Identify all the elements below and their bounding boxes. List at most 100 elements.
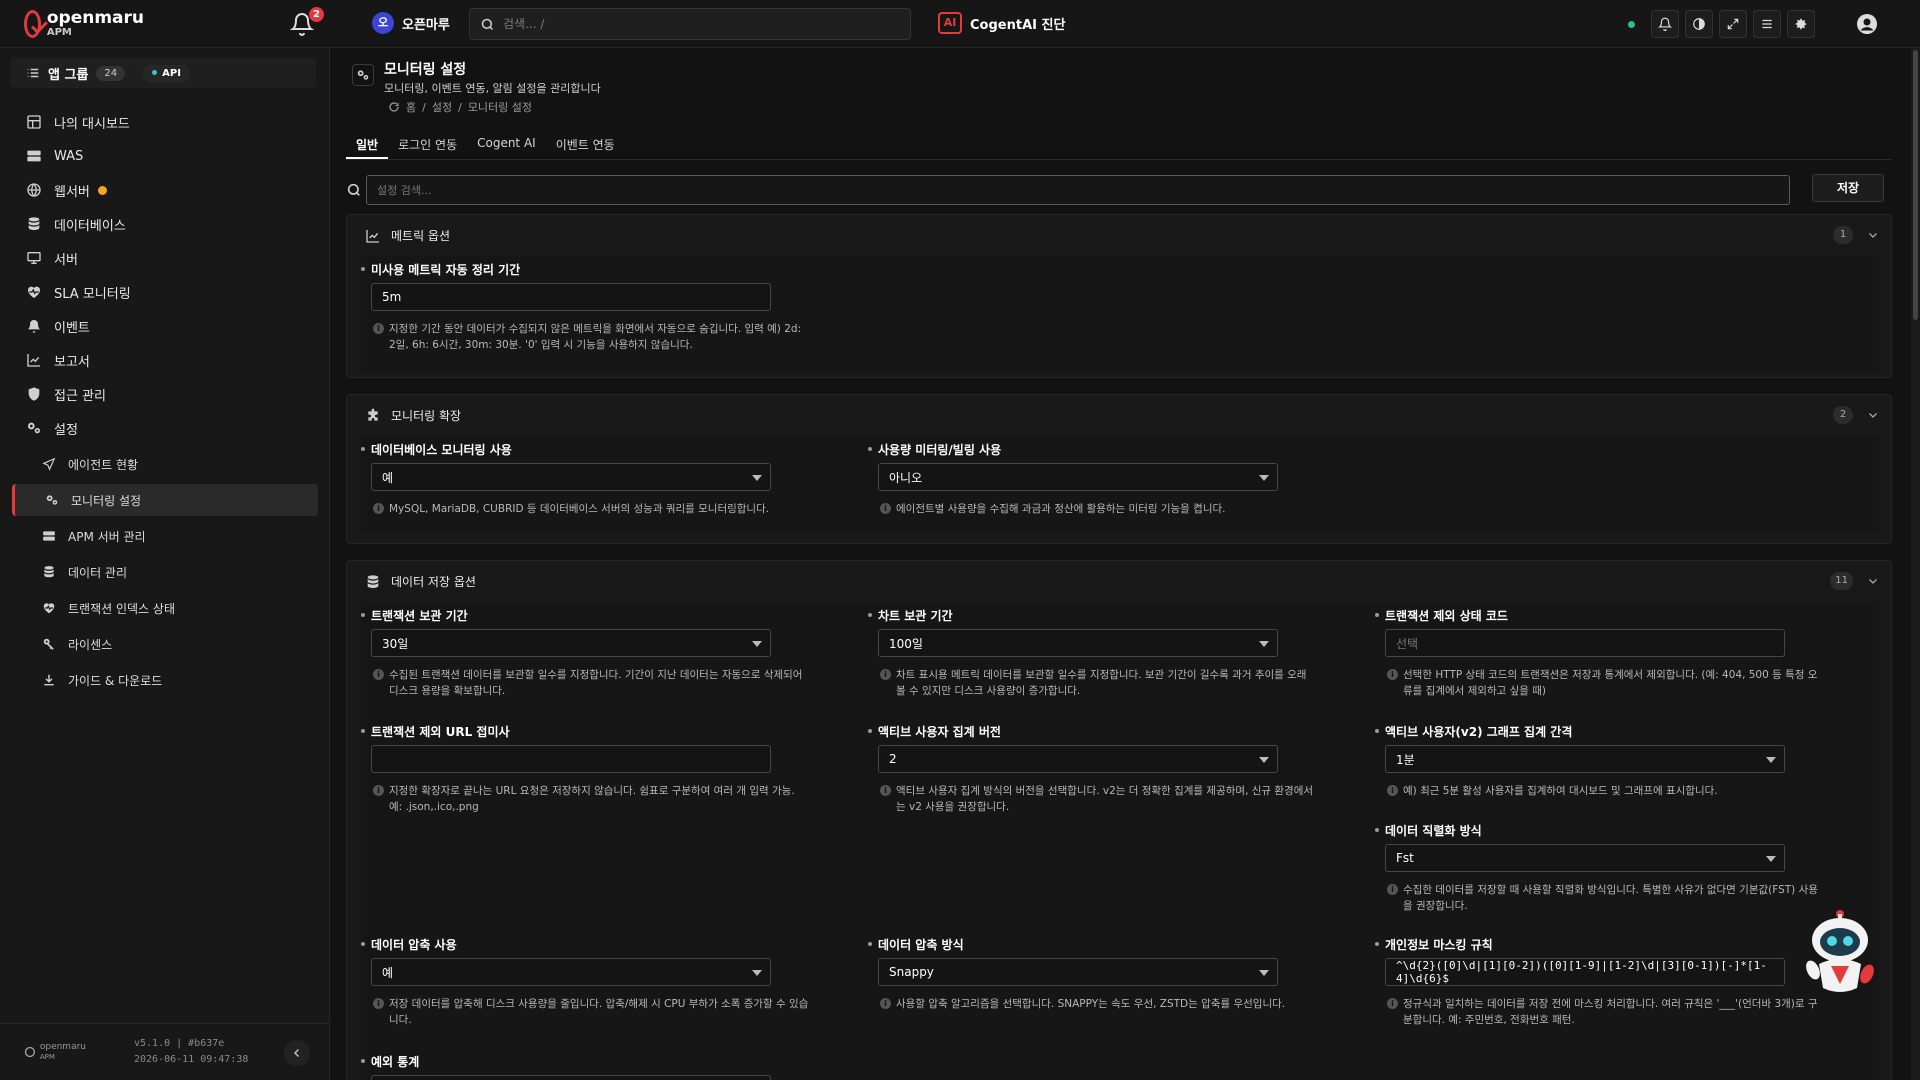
- settings-search-input[interactable]: [366, 175, 1790, 205]
- setting-field: 예외 통계: [371, 1053, 771, 1080]
- sidebar-item-access[interactable]: 접근 관리: [12, 378, 318, 410]
- database-icon: [42, 565, 56, 579]
- tab-login-integration[interactable]: 로그인 연동: [388, 130, 467, 159]
- field-label: 트랜잭션 제외 상태 코드: [1385, 607, 1785, 623]
- globe-icon: [26, 182, 42, 198]
- org-selector[interactable]: 오 오픈마루: [372, 12, 450, 34]
- help-text: 지정한 기간 동안 데이터가 수집되지 않은 메트릭을 화면에서 자동으로 숨깁…: [389, 323, 802, 351]
- sidebar-item-server[interactable]: 서버: [12, 242, 318, 274]
- build-date: 2026-06-11 09:47:38: [134, 1054, 249, 1065]
- scrollbar-thumb[interactable]: [1913, 50, 1918, 320]
- global-search[interactable]: [469, 8, 911, 40]
- info-icon: i: [373, 323, 384, 334]
- section-title: 데이터 저장 옵션: [391, 575, 476, 589]
- warning-status-dot: [97, 185, 107, 195]
- global-search-input[interactable]: [503, 17, 883, 31]
- select-dropdown[interactable]: 2: [878, 745, 1278, 773]
- ai-assistant-robot-button[interactable]: [1803, 904, 1877, 1000]
- select-dropdown[interactable]: 예: [371, 463, 771, 491]
- setting-field: 사용량 미터링/빌링 사용 아니오 i 에이전트별 사용량을 수집해 과금과 정산…: [878, 441, 1278, 517]
- text-input[interactable]: 5m: [371, 283, 771, 311]
- select-dropdown[interactable]: Snappy: [878, 958, 1278, 986]
- chevron-down-icon[interactable]: [1867, 575, 1879, 587]
- info-icon: i: [1387, 785, 1398, 796]
- breadcrumb-settings[interactable]: 설정: [432, 99, 452, 115]
- chevron-down-icon[interactable]: [1867, 409, 1879, 421]
- select-dropdown[interactable]: 100일: [878, 629, 1278, 657]
- select-dropdown[interactable]: 1분: [1385, 745, 1785, 773]
- sidebar-subitem-monitoring-settings[interactable]: 모니터링 설정: [12, 484, 318, 516]
- info-icon: i: [1387, 998, 1398, 1009]
- section-header[interactable]: 메트릭 옵션 1: [347, 215, 1891, 255]
- field-label: 데이터 직렬화 방식: [1385, 822, 1785, 838]
- sidebar-item-label: 접근 관리: [54, 388, 106, 404]
- sidebar-subitem-tx-index[interactable]: 트랜잭션 인덱스 상태: [12, 592, 318, 624]
- gear-icon: [1795, 18, 1807, 30]
- section-count-badge: 11: [1830, 572, 1853, 590]
- sidebar-item-events[interactable]: 이벤트: [12, 310, 318, 342]
- breadcrumb: 홈 / 설정 / 모니터링 설정: [388, 99, 532, 115]
- info-icon: i: [1387, 669, 1398, 680]
- sidebar-item-settings[interactable]: 설정: [12, 412, 318, 444]
- app-logo[interactable]: openmaru APM: [24, 8, 144, 40]
- page-scrollbar[interactable]: [1911, 48, 1920, 1080]
- shield-icon: [26, 386, 42, 402]
- sidebar-subitem-label: 트랜잭션 인덱스 상태: [68, 601, 175, 616]
- select-dropdown[interactable]: Fst: [1385, 844, 1785, 872]
- collapse-sidebar-button[interactable]: [284, 1040, 310, 1066]
- sidebar-item-dashboard[interactable]: 나의 대시보드: [12, 106, 318, 138]
- sidebar-item-reports[interactable]: 보고서: [12, 344, 318, 376]
- section-title: 메트릭 옵션: [391, 229, 451, 243]
- refresh-icon[interactable]: [388, 101, 400, 113]
- sidebar-subitem-license[interactable]: 라이센스: [12, 628, 318, 660]
- sidebar-subitem-guide-download[interactable]: 가이드 & 다운로드: [12, 664, 318, 696]
- select-dropdown[interactable]: 아니오: [878, 463, 1278, 491]
- section-header[interactable]: 모니터링 확장 2: [347, 395, 1891, 435]
- save-button[interactable]: 저장: [1812, 174, 1884, 202]
- tab-event-integration[interactable]: 이벤트 연동: [546, 130, 625, 159]
- cogent-ai-button[interactable]: AI CogentAI 진단: [938, 12, 1065, 34]
- menu-button[interactable]: [1753, 10, 1781, 38]
- theme-toggle-button[interactable]: [1685, 10, 1713, 38]
- app-group-count: 24: [96, 65, 126, 81]
- sidebar-subitem-apm-server[interactable]: APM 서버 관리: [12, 520, 318, 552]
- section-metric-options: 메트릭 옵션 1 미사용 메트릭 자동 정리 기간 5m i 지정한 기간 동안 …: [346, 214, 1892, 378]
- field-label: 데이터 압축 사용: [371, 936, 771, 952]
- fullscreen-button[interactable]: [1719, 10, 1747, 38]
- multi-select-input[interactable]: 선택: [1385, 629, 1785, 657]
- sidebar-item-database[interactable]: 데이터베이스: [12, 208, 318, 240]
- help-text: 수집한 데이터를 저장할 때 사용할 직렬화 방식입니다. 특별한 사유가 없다…: [1403, 884, 1818, 912]
- org-avatar: 오: [372, 12, 394, 34]
- key-icon: [42, 637, 56, 651]
- text-input[interactable]: [371, 1075, 771, 1080]
- sidebar-subitem-agents[interactable]: 에이전트 현황: [12, 448, 318, 480]
- text-input[interactable]: [371, 745, 771, 773]
- breadcrumb-home[interactable]: 홈: [406, 99, 416, 115]
- sidebar-subitem-data-management[interactable]: 데이터 관리: [12, 556, 318, 588]
- section-title: 모니터링 확장: [391, 409, 462, 423]
- section-header[interactable]: 데이터 저장 옵션 11: [347, 561, 1891, 601]
- field-label: 예외 통계: [371, 1053, 771, 1069]
- notification-button[interactable]: 2: [290, 7, 324, 36]
- section-monitoring-extension: 모니터링 확장 2 데이터베이스 모니터링 사용 예 i MySQL, Maria…: [346, 394, 1892, 544]
- sidebar-item-sla[interactable]: SLA 모니터링: [12, 276, 318, 308]
- user-account-button[interactable]: [1855, 12, 1879, 36]
- page-subtitle: 모니터링, 이벤트 연동, 알림 설정을 관리합니다: [384, 82, 601, 95]
- info-icon: i: [880, 785, 891, 796]
- select-dropdown[interactable]: 30일: [371, 629, 771, 657]
- sidebar-item-was[interactable]: WAS: [12, 140, 318, 172]
- settings-button[interactable]: [1787, 10, 1815, 38]
- setting-field: 액티브 사용자(v2) 그래프 집계 간격 1분 i 예) 최근 5분 활성 사용…: [1385, 723, 1785, 799]
- api-badge[interactable]: API: [143, 64, 190, 82]
- select-dropdown[interactable]: 예: [371, 958, 771, 986]
- tab-cogent-ai[interactable]: Cogent AI: [467, 130, 546, 159]
- alerts-button[interactable]: [1651, 10, 1679, 38]
- tab-general[interactable]: 일반: [346, 130, 389, 159]
- app-group-selector[interactable]: 앱 그룹 24 API: [10, 58, 316, 88]
- sidebar-item-label: 이벤트: [54, 320, 90, 336]
- field-help: i MySQL, MariaDB, CUBRID 등 데이터베이스 서버의 성능과…: [371, 501, 811, 517]
- sidebar-item-webserver[interactable]: 웹서버: [12, 174, 318, 206]
- field-help: i 지정한 확장자로 끝나는 URL 요청은 저장하지 않습니다. 쉼표로 구분하…: [371, 783, 811, 815]
- chevron-down-icon[interactable]: [1867, 229, 1879, 241]
- regex-input[interactable]: ^\d{2}([0]\d|[1][0-2])([0][1-9]|[1-2]\d|…: [1385, 958, 1785, 986]
